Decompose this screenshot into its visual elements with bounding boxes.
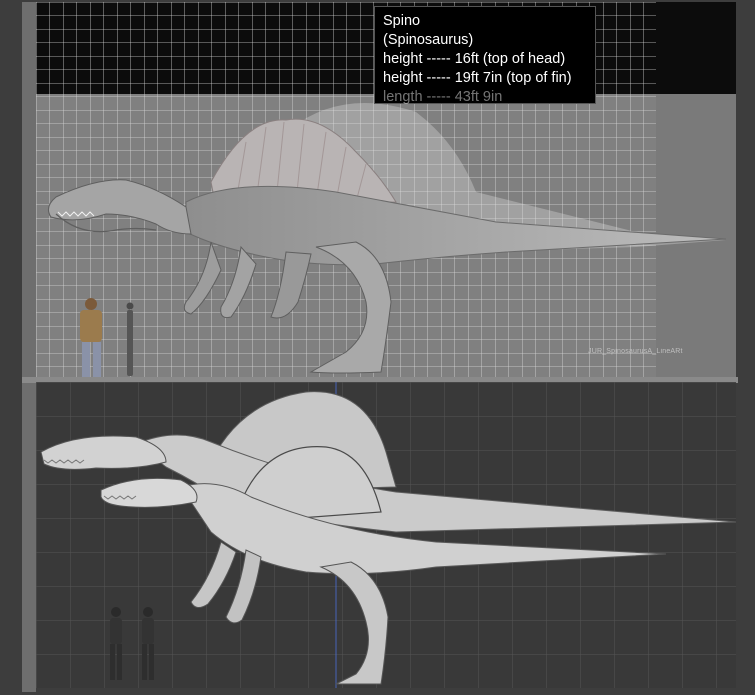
spec-name: Spino <box>383 13 421 29</box>
lower-3d-viewport <box>36 382 736 688</box>
upper-panel: Spino (Spinosaurus) height ----- 16ft (t… <box>36 2 736 378</box>
watermark-text: JUR_SpinosaurusA_LineARt <box>588 348 683 355</box>
left-edge-bar <box>22 2 36 692</box>
spec-species: (Spinosaurus) <box>383 32 474 48</box>
spec-height-head: height ----- 16ft (top of head) <box>383 51 566 67</box>
spec-height-fin: height ----- 19ft 7in (top of fin) <box>383 70 572 86</box>
spec-length: length ----- 43ft 9in <box>383 89 503 105</box>
spec-info-box: Spino (Spinosaurus) height ----- 16ft (t… <box>374 6 596 105</box>
lower-scene <box>36 382 736 688</box>
